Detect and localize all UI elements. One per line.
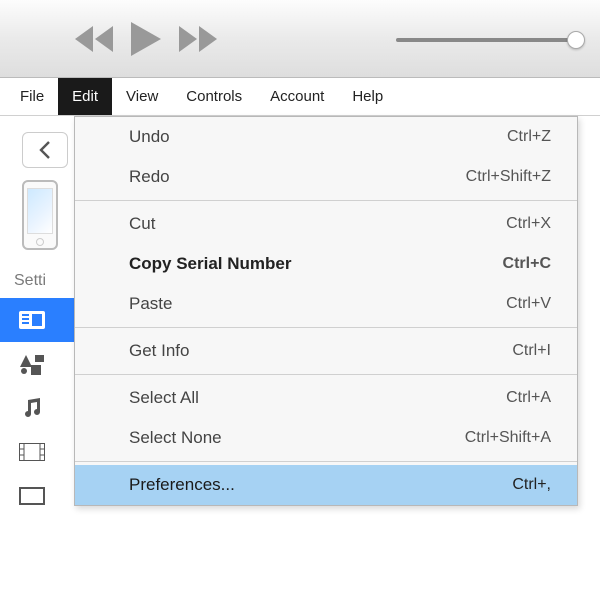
- movies-icon: [18, 441, 46, 463]
- menuitem-label: Paste: [129, 294, 172, 314]
- volume-thumb[interactable]: [567, 31, 585, 49]
- menuitem-shortcut: Ctrl+,: [512, 476, 551, 494]
- menu-file[interactable]: File: [6, 78, 58, 115]
- volume-track: [396, 38, 576, 42]
- menuitem-shortcut: Ctrl+I: [512, 342, 551, 360]
- menuitem-paste[interactable]: Paste Ctrl+V: [75, 284, 577, 324]
- edit-menu-dropdown: Undo Ctrl+Z Redo Ctrl+Shift+Z Cut Ctrl+X…: [74, 116, 578, 506]
- menuitem-preferences[interactable]: Preferences... Ctrl+,: [75, 465, 577, 505]
- menu-separator: [75, 327, 577, 328]
- sidebar-item-movies[interactable]: [0, 430, 76, 474]
- player-toolbar: [0, 0, 600, 78]
- menu-separator: [75, 461, 577, 462]
- menuitem-shortcut: Ctrl+Shift+Z: [466, 168, 551, 186]
- menuitem-shortcut: Ctrl+Shift+A: [465, 429, 551, 447]
- menuitem-label: Get Info: [129, 341, 189, 361]
- apps-icon: [18, 353, 46, 375]
- sidebar-item-music[interactable]: [0, 386, 76, 430]
- menuitem-shortcut: Ctrl+Z: [507, 128, 551, 146]
- sidebar-item-summary[interactable]: [0, 298, 76, 342]
- next-button[interactable]: [179, 26, 217, 52]
- settings-heading: Setti: [14, 272, 76, 290]
- menuitem-redo[interactable]: Redo Ctrl+Shift+Z: [75, 157, 577, 197]
- menuitem-label: Undo: [129, 127, 170, 147]
- sidebar: Setti: [0, 116, 76, 518]
- menuitem-select-none[interactable]: Select None Ctrl+Shift+A: [75, 418, 577, 458]
- menuitem-label: Preferences...: [129, 475, 235, 495]
- menu-separator: [75, 374, 577, 375]
- device-thumbnail[interactable]: [22, 180, 66, 250]
- menu-controls[interactable]: Controls: [172, 78, 256, 115]
- menuitem-shortcut: Ctrl+C: [503, 255, 551, 273]
- menuitem-shortcut: Ctrl+A: [506, 389, 551, 407]
- menuitem-label: Copy Serial Number: [129, 254, 292, 274]
- tv-icon: [18, 485, 46, 507]
- menuitem-undo[interactable]: Undo Ctrl+Z: [75, 117, 577, 157]
- menuitem-label: Cut: [129, 214, 155, 234]
- menuitem-copy-serial-number[interactable]: Copy Serial Number Ctrl+C: [75, 244, 577, 284]
- sidebar-item-tvshows[interactable]: [0, 474, 76, 518]
- menuitem-shortcut: Ctrl+V: [506, 295, 551, 313]
- back-button[interactable]: [22, 132, 68, 168]
- menuitem-label: Select None: [129, 428, 222, 448]
- play-button[interactable]: [131, 22, 161, 56]
- menubar: File Edit View Controls Account Help: [0, 78, 600, 116]
- menu-help[interactable]: Help: [338, 78, 397, 115]
- chevron-left-icon: [38, 141, 52, 159]
- menu-view[interactable]: View: [112, 78, 172, 115]
- previous-button[interactable]: [75, 26, 113, 52]
- menuitem-label: Select All: [129, 388, 199, 408]
- phone-icon: [22, 180, 58, 250]
- playback-controls: [75, 22, 217, 56]
- menuitem-select-all[interactable]: Select All Ctrl+A: [75, 378, 577, 418]
- music-icon: [18, 397, 46, 419]
- menuitem-shortcut: Ctrl+X: [506, 215, 551, 233]
- menu-separator: [75, 200, 577, 201]
- sidebar-item-apps[interactable]: [0, 342, 76, 386]
- menuitem-cut[interactable]: Cut Ctrl+X: [75, 204, 577, 244]
- menu-edit[interactable]: Edit: [58, 78, 112, 115]
- menu-account[interactable]: Account: [256, 78, 338, 115]
- volume-slider[interactable]: [396, 38, 576, 42]
- summary-icon: [18, 309, 46, 331]
- menuitem-label: Redo: [129, 167, 170, 187]
- menuitem-get-info[interactable]: Get Info Ctrl+I: [75, 331, 577, 371]
